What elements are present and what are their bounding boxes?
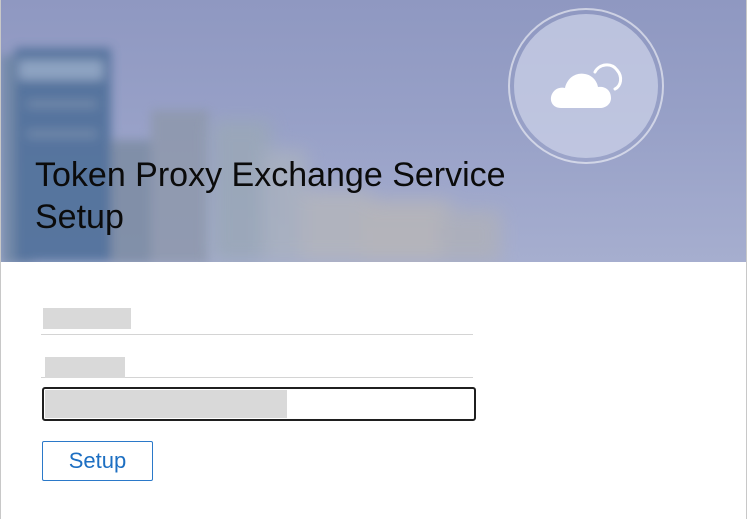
- setup-form: [41, 300, 481, 378]
- setup-input-field[interactable]: [42, 387, 476, 421]
- header-banner: Token Proxy Exchange Service Setup: [1, 0, 746, 262]
- redacted-input-value: [45, 390, 287, 418]
- page-title: Token Proxy Exchange Service Setup: [35, 156, 506, 236]
- field-row-2: [41, 343, 473, 378]
- setup-button[interactable]: Setup: [42, 441, 153, 481]
- cloud-logo-badge: [508, 8, 664, 164]
- field-row-1: [41, 300, 473, 335]
- field-2-label: [45, 357, 125, 378]
- field-1-label: [43, 308, 131, 329]
- cloud-icon: [550, 63, 623, 108]
- cloud-logo-circle: [514, 14, 658, 158]
- setup-window: Token Proxy Exchange Service Setup Setup: [0, 0, 747, 519]
